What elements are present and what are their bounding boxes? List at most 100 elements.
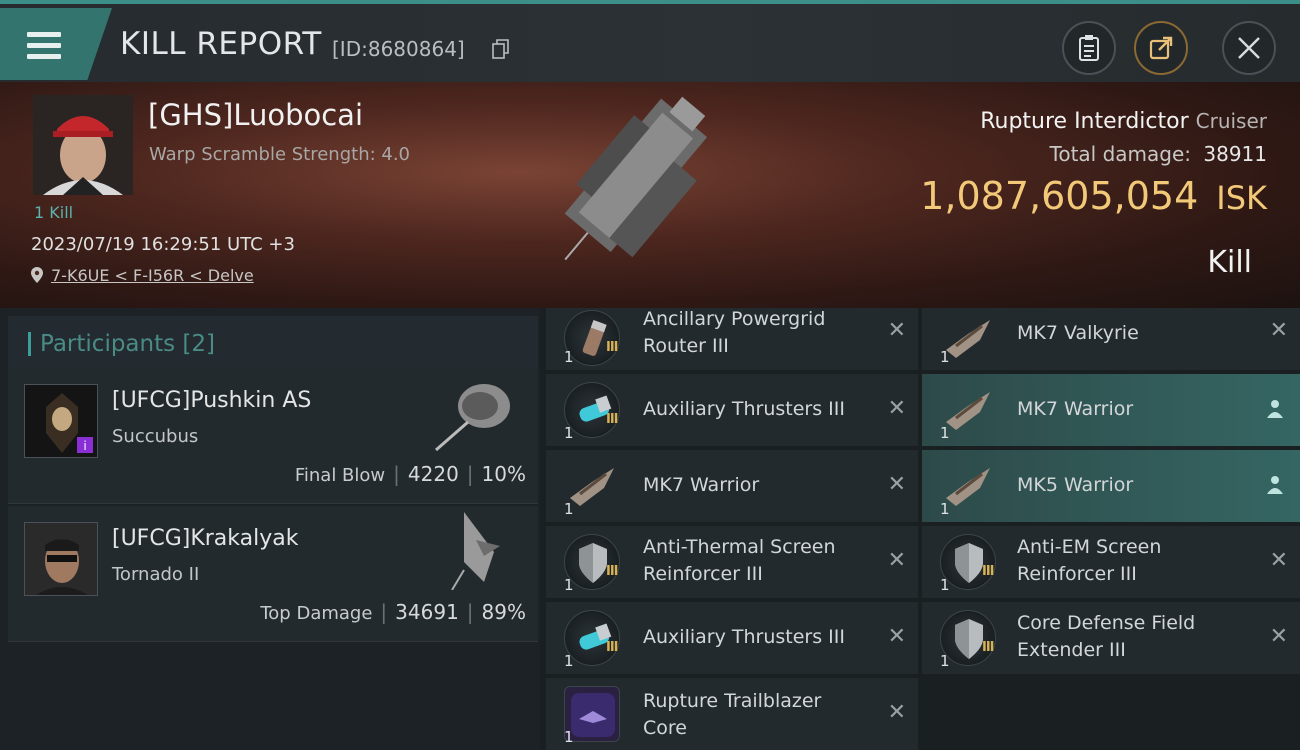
item-row[interactable]: 1 MK7 Warrior ✕ [546,450,918,522]
item-name: Core Defense Field Extender III [1017,610,1195,664]
item-row[interactable]: 1 III Auxiliary Thrusters III ✕ [546,374,918,446]
close-icon[interactable]: ✕ [888,624,906,649]
share-button[interactable] [1134,21,1188,75]
participant-row[interactable]: i [UFCG]Pushkin AS Succubus Final Blow | 4… [8,368,538,504]
victim-ship-image [564,96,708,261]
participant-avatar: i [24,384,98,458]
participant-ship: Succubus [112,426,199,447]
item-name: Ancillary Powergrid Router III [643,306,825,360]
share-icon [1149,36,1173,60]
participant-name: [UFCG]Krakalyak [112,526,299,551]
participant-label: Top Damage [260,603,373,624]
participant-damage: 4220 [407,462,459,486]
victim-pilot-name[interactable]: [GHS]Luobocai [148,98,363,132]
item-quantity: 1 [940,348,950,366]
item-name: MK7 Valkyrie [1017,322,1139,344]
page-title: KILL REPORT [120,26,322,62]
item-row[interactable]: 1 MK5 Warrior [922,450,1300,522]
item-row[interactable]: 1 III Anti-Thermal Screen Reinforcer III … [546,526,918,598]
item-name: Anti-Thermal Screen Reinforcer III [643,534,836,588]
item-quantity: 1 [564,652,574,670]
kill-result: Kill [1207,245,1252,280]
warp-scramble-strength: Warp Scramble Strength: 4.0 [149,144,411,165]
location-text: 7-K6UE < F-I56R < Delve [51,266,254,285]
item-row[interactable]: 1 III Core Defense Field Extender III ✕ [922,602,1300,674]
item-name-line1: Anti-EM Screen [1017,536,1162,558]
item-quantity: 1 [940,424,950,442]
item-quantity: 1 [940,576,950,594]
item-name-line2: Reinforcer III [1017,563,1137,585]
item-tier: III [606,640,618,655]
item-name-line1: Ancillary Powergrid [643,308,826,330]
participants-panel: Participants [2] i [UFCG]Pushkin AS Succ… [0,308,540,750]
item-name: Anti-EM Screen Reinforcer III [1017,534,1161,588]
person-icon [1267,476,1283,494]
participant-damage: 34691 [395,600,459,624]
participant-name: [UFCG]Pushkin AS [112,388,312,413]
close-icon[interactable]: ✕ [888,318,906,343]
close-icon [1238,37,1260,59]
victim-ship-name[interactable]: Rupture Interdictor Cruiser [980,109,1267,134]
item-row[interactable]: 1 III Auxiliary Thrusters III ✕ [546,602,918,674]
total-damage: Total damage: 38911 [1050,142,1267,166]
menu-button[interactable] [0,8,112,80]
clipboard-icon [1079,35,1099,61]
menu-icon [27,32,61,60]
participants-title: Participants [40,331,176,357]
fitting-list: 1 III Ancillary Powergrid Router III ✕ 1 … [540,308,1300,750]
item-quantity: 1 [564,424,574,442]
item-quantity: 1 [564,576,574,594]
ship-name-text: Rupture Interdictor [980,109,1189,134]
isk-value: 1,087,605,054 ISK [920,174,1267,218]
item-tier: III [606,564,618,579]
item-row[interactable]: 1 Rupture Trailblazer Core ✕ [546,678,918,750]
total-damage-label: Total damage: [1049,142,1192,166]
item-name-line2: Extender III [1017,639,1126,661]
participant-ship-icon [435,384,510,452]
total-damage-value: 38911 [1203,142,1267,166]
item-name: MK7 Warrior [643,474,760,496]
item-name-line1: Rupture Trailblazer [643,690,822,712]
victim-avatar[interactable] [33,95,133,195]
participant-stats: Top Damage | 34691 | 89% [260,600,526,624]
item-tier: III [606,340,618,355]
copy-icon[interactable] [492,39,510,59]
item-tier: III [982,564,994,579]
item-name-line2: Reinforcer III [643,563,763,585]
participant-row[interactable]: [UFCG]Krakalyak Tornado II Top Damage | 34… [8,506,538,642]
item-name: Auxiliary Thrusters III [643,398,845,420]
item-quantity: 1 [564,500,574,518]
item-row[interactable]: 1 MK7 Valkyrie ✕ [922,308,1300,370]
item-name-line1: Anti-Thermal Screen [643,536,836,558]
item-row[interactable]: 1 III Ancillary Powergrid Router III ✕ [546,308,918,370]
item-quantity: 1 [564,728,574,746]
ship-class: Cruiser [1195,109,1267,133]
clipboard-button[interactable] [1062,21,1116,75]
close-button[interactable] [1222,21,1276,75]
participant-label: Final Blow [294,465,386,486]
participant-avatar [24,522,98,596]
item-quantity: 1 [940,652,950,670]
participants-count: [2] [182,331,216,357]
close-icon[interactable]: ✕ [888,700,906,725]
item-name: MK7 Warrior [1017,398,1134,420]
close-icon[interactable]: ✕ [1270,624,1288,649]
isk-unit: ISK [1216,179,1267,217]
close-icon[interactable]: ✕ [1270,318,1288,343]
close-icon[interactable]: ✕ [888,396,906,421]
close-icon[interactable]: ✕ [888,472,906,497]
svg-text:i: i [83,439,86,453]
item-name-line1: Core Defense Field [1017,612,1196,634]
kill-location[interactable]: 7-K6UE < F-I56R < Delve [31,266,254,285]
item-row[interactable]: 1 III Anti-EM Screen Reinforcer III ✕ [922,526,1300,598]
item-row[interactable]: 1 MK7 Warrior [922,374,1300,446]
participants-header: Participants [2] [8,316,538,371]
item-name: MK5 Warrior [1017,474,1134,496]
participant-stats: Final Blow | 4220 | 10% [294,462,526,486]
close-icon[interactable]: ✕ [1270,548,1288,573]
item-tier: III [982,640,994,655]
close-icon[interactable]: ✕ [888,548,906,573]
participant-ship: Tornado II [112,564,200,585]
victim-panel: [GHS]Luobocai Warp Scramble Strength: 4.… [0,82,1300,308]
participant-percent: 10% [481,462,526,486]
